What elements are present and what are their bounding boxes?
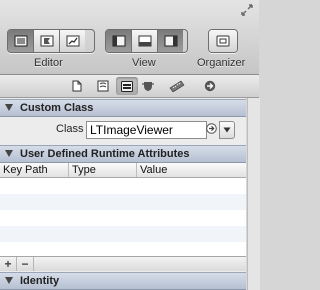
bottom-panel-icon [138, 35, 151, 47]
standard-editor-button[interactable] [8, 30, 34, 52]
editor-segmented-control [7, 29, 95, 53]
section-title: Custom Class [20, 102, 94, 114]
custom-class-section-header[interactable]: Custom Class [0, 99, 246, 117]
runtime-attributes-section-header[interactable]: User Defined Runtime Attributes [0, 145, 246, 163]
organizer-control [208, 29, 238, 53]
identity-section-header[interactable]: Identity [0, 272, 246, 290]
version-editor-icon [66, 35, 79, 47]
table-row[interactable] [0, 226, 246, 242]
organizer-button[interactable] [209, 30, 237, 52]
section-title: Identity [20, 275, 60, 287]
class-combobox-field[interactable]: LTImageViewer [86, 121, 207, 139]
connections-arrow-icon [204, 80, 216, 92]
navigator-toggle-button[interactable] [106, 30, 132, 52]
class-dropdown-button[interactable] [219, 121, 235, 139]
table-header: Key Path Type Value [0, 163, 246, 178]
left-panel-icon [112, 35, 125, 47]
view-label: View [132, 57, 156, 69]
table-row[interactable] [0, 210, 246, 226]
ruler-icon [169, 80, 185, 92]
identity-icon [121, 80, 133, 92]
tab-attributes-inspector[interactable] [137, 77, 159, 95]
organizer-icon [216, 35, 230, 47]
assistant-editor-icon [40, 35, 53, 47]
tab-connections-inspector[interactable] [199, 77, 221, 95]
class-label: Class [56, 123, 84, 135]
disclosure-triangle-icon [5, 104, 13, 111]
standard-editor-icon [14, 35, 27, 47]
tab-quick-help-inspector[interactable] [92, 77, 114, 95]
quick-help-icon [97, 80, 109, 92]
tab-size-inspector[interactable] [166, 77, 188, 95]
file-icon [72, 80, 82, 92]
fullscreen-icon[interactable] [241, 4, 253, 16]
remove-attribute-button[interactable]: − [17, 257, 34, 271]
debug-area-toggle-button[interactable] [132, 30, 158, 52]
xcode-toolbar: Editor View Organizer [0, 0, 259, 75]
class-value: LTImageViewer [90, 123, 173, 137]
tab-file-inspector[interactable] [66, 77, 88, 95]
assistant-editor-button[interactable] [34, 30, 60, 52]
version-editor-button[interactable] [60, 30, 85, 52]
add-attribute-button[interactable]: + [0, 257, 17, 271]
right-panel-icon [164, 35, 177, 47]
table-row[interactable] [0, 242, 246, 256]
utilities-toggle-button[interactable] [158, 30, 183, 52]
runtime-attributes-table: Key Path Type Value [0, 163, 246, 256]
editor-label: Editor [34, 57, 63, 69]
go-arrow-icon[interactable] [206, 123, 217, 134]
table-row[interactable] [0, 178, 246, 194]
view-segmented-control [105, 29, 188, 53]
disclosure-triangle-icon [5, 277, 13, 284]
tab-identity-inspector[interactable] [116, 77, 138, 95]
table-bottom-bar: + − [0, 256, 246, 271]
column-header-type[interactable]: Type [69, 163, 137, 177]
attributes-icon [142, 82, 154, 91]
column-header-value[interactable]: Value [137, 163, 246, 177]
disclosure-triangle-icon [5, 150, 13, 157]
column-header-key-path[interactable]: Key Path [0, 163, 69, 177]
chevron-down-icon [223, 127, 231, 133]
inspector-selector-bar [0, 75, 259, 98]
table-row[interactable] [0, 194, 246, 210]
vertical-scrollbar[interactable] [247, 98, 260, 290]
organizer-label: Organizer [197, 57, 246, 69]
section-title: User Defined Runtime Attributes [20, 148, 190, 160]
